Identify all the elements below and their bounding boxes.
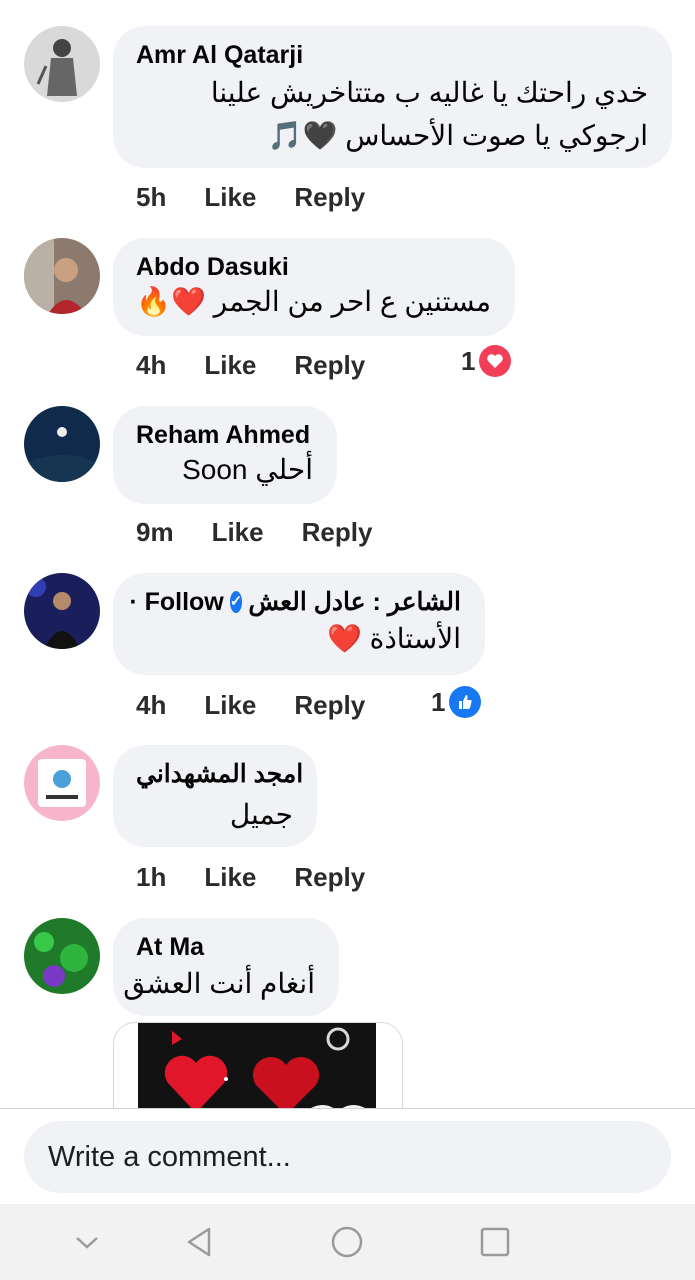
attached-image[interactable]: [138, 1023, 376, 1108]
comment-image-attachment[interactable]: [113, 1022, 403, 1108]
like-button[interactable]: Like: [212, 517, 264, 548]
follow-button[interactable]: · Follow: [129, 587, 223, 617]
comment-author-row: الشاعر : عادل العش ✓ · Follow: [129, 587, 461, 617]
like-button[interactable]: Like: [204, 862, 256, 893]
avatar[interactable]: [24, 406, 100, 482]
emoji-icon: ❤️🔥: [136, 286, 206, 317]
like-button[interactable]: Like: [204, 350, 256, 381]
comment-composer: Write a comment...: [0, 1108, 695, 1205]
recents-square-icon[interactable]: [477, 1224, 513, 1260]
reaction-summary[interactable]: 1: [431, 686, 482, 718]
avatar[interactable]: [24, 745, 100, 821]
comment-actions: 4h Like Reply: [136, 687, 365, 723]
comment-actions: 1h Like Reply: [136, 859, 365, 895]
comment-bubble: At Ma أنغام أنت العشق: [113, 918, 339, 1016]
love-reaction-icon: [479, 345, 512, 377]
comment-author[interactable]: Reham Ahmed: [136, 420, 313, 450]
comment-timestamp: 4h: [136, 689, 167, 720]
comment-actions: 5h Like Reply: [136, 179, 365, 215]
like-button[interactable]: Like: [204, 690, 256, 721]
system-nav-bar: [0, 1204, 695, 1280]
verified-badge-icon: ✓: [229, 591, 243, 613]
comment-text: الأستاذة: [369, 623, 461, 654]
comment-text-2: ارجوكي يا صوت الأحساس: [345, 120, 648, 151]
comment-author[interactable]: امجد المشهداني: [136, 759, 303, 789]
comment-bubble: Amr Al Qatarji خدي راحتك يا غاليه ب متتا…: [113, 26, 672, 168]
comment-author[interactable]: Abdo Dasuki: [136, 252, 491, 282]
comment-text: خدي راحتك يا غاليه ب متتاخريش علينا: [210, 77, 648, 108]
comment-bubble: Reham Ahmed أحلي Soon: [113, 406, 337, 504]
comment-text-line: ارجوكي يا صوت الأحساس 🖤🎵: [136, 116, 648, 156]
comment-text: أحلي Soon: [182, 454, 313, 485]
emoji-icon: ❤️: [327, 623, 362, 654]
comment-text: مستنين ع احر من الجمر: [213, 286, 491, 317]
reaction-count: 1: [431, 686, 446, 717]
reply-button[interactable]: Reply: [294, 182, 365, 213]
like-reaction-icon: [449, 686, 482, 718]
back-triangle-icon[interactable]: [181, 1224, 217, 1260]
reply-button[interactable]: Reply: [294, 350, 365, 381]
chevron-down-icon[interactable]: [69, 1224, 105, 1260]
comment-text-line: مستنين ع احر من الجمر ❤️🔥: [136, 282, 491, 322]
comment-bubble: الشاعر : عادل العش ✓ · Follow الأستاذة ❤…: [113, 573, 485, 675]
comment-text: جميل: [229, 799, 293, 830]
reply-button[interactable]: Reply: [302, 517, 373, 548]
comment-bubble: امجد المشهداني جميل: [113, 745, 317, 847]
avatar[interactable]: [24, 573, 100, 649]
comment-bubble: Abdo Dasuki مستنين ع احر من الجمر ❤️🔥: [113, 238, 515, 336]
comment-timestamp: 5h: [136, 181, 167, 212]
comment-actions: 4h Like Reply: [136, 347, 365, 383]
comment-text-line: الأستاذة ❤️: [136, 619, 461, 659]
home-circle-icon[interactable]: [329, 1224, 365, 1260]
avatar[interactable]: [24, 26, 100, 102]
comment-author[interactable]: الشاعر : عادل العش: [248, 587, 461, 617]
comment-text: أنغام أنت العشق: [123, 968, 315, 999]
comments-list: Amr Al Qatarji خدي راحتك يا غاليه ب متتا…: [0, 0, 695, 1108]
avatar[interactable]: [24, 238, 100, 314]
comment-author[interactable]: At Ma: [136, 932, 315, 962]
reply-button[interactable]: Reply: [294, 690, 365, 721]
comment-timestamp: 9m: [136, 516, 174, 547]
like-button[interactable]: Like: [204, 182, 256, 213]
avatar[interactable]: [24, 918, 100, 994]
reaction-summary[interactable]: 1: [461, 345, 512, 377]
comment-timestamp: 4h: [136, 349, 167, 380]
emoji-icon: 🖤🎵: [267, 120, 338, 151]
comment-timestamp: 1h: [136, 861, 167, 892]
comment-actions: 9m Like Reply: [136, 514, 372, 550]
comment-input[interactable]: Write a comment...: [24, 1121, 671, 1193]
reaction-count: 1: [461, 345, 476, 376]
reply-button[interactable]: Reply: [294, 862, 365, 893]
comment-input-placeholder: Write a comment...: [48, 1140, 291, 1173]
comment-author[interactable]: Amr Al Qatarji: [136, 40, 648, 70]
